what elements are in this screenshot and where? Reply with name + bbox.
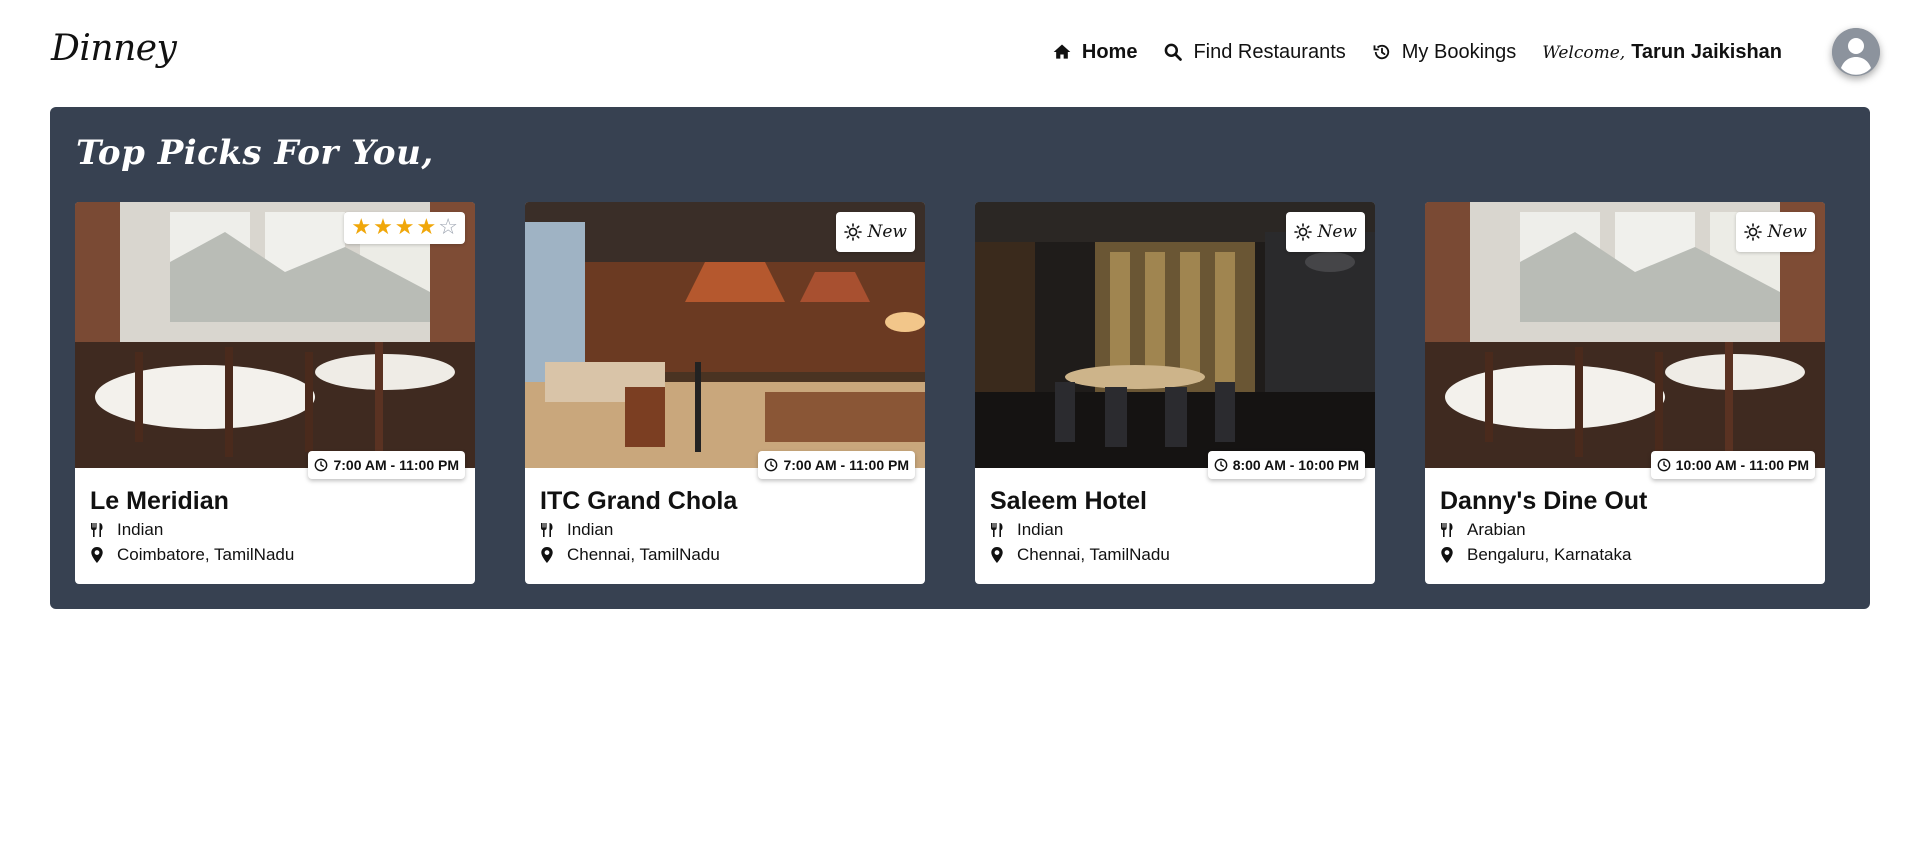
map-pin-icon (1441, 547, 1453, 563)
hours-text: 7:00 AM - 11:00 PM (783, 457, 909, 473)
cuisine-text: Indian (1017, 520, 1064, 539)
clock-icon (1214, 458, 1228, 472)
restaurant-photo: ★ ★ ★ ★ ☆ (75, 202, 475, 468)
cuisine-row: Indian (990, 520, 1063, 540)
restaurant-photo: New (525, 202, 925, 468)
restaurant-name[interactable]: Le Meridian (90, 487, 229, 516)
location-text: Chennai, TamilNadu (567, 545, 720, 564)
hours-badge: 10:00 AM - 11:00 PM (1650, 451, 1815, 479)
location-text: Chennai, TamilNadu (1017, 545, 1170, 564)
history-icon (1373, 44, 1389, 60)
user-name: Tarun Jaikishan (1631, 40, 1782, 63)
restaurant-name[interactable]: Saleem Hotel (990, 487, 1147, 516)
map-pin-icon (991, 547, 1003, 563)
top-picks-panel: Top Picks For You, ★ ★ ★ ★ ☆ 7:00 AM - 1… (50, 107, 1870, 609)
welcome-message: Welcome, Tarun Jaikishan (1542, 41, 1782, 64)
restaurant-card[interactable]: ★ ★ ★ ★ ☆ 7:00 AM - 11:00 PM Le Meridian… (75, 202, 475, 584)
map-pin-icon (541, 547, 553, 563)
nav-my-bookings-link[interactable]: My Bookings (1372, 40, 1517, 64)
utensils-icon (991, 523, 1003, 537)
cuisine-text: Indian (117, 520, 164, 539)
restaurant-name[interactable]: Danny's Dine Out (1440, 487, 1647, 516)
restaurant-card[interactable]: New 10:00 AM - 11:00 PM Danny's Dine Out… (1425, 202, 1825, 584)
utensils-icon (1441, 523, 1453, 537)
star-icon: ★ (416, 215, 437, 240)
cuisine-text: Arabian (1467, 520, 1526, 539)
new-badge: New (835, 212, 915, 252)
sun-icon (843, 223, 862, 241)
star-icon: ★ (394, 215, 415, 240)
restaurant-cards: ★ ★ ★ ★ ☆ 7:00 AM - 11:00 PM Le Meridian… (75, 202, 1845, 584)
restaurant-card[interactable]: New 8:00 AM - 10:00 PM Saleem Hotel Indi… (975, 202, 1375, 584)
sun-icon (1743, 223, 1762, 241)
hours-text: 10:00 AM - 11:00 PM (1675, 457, 1809, 473)
rating-badge: ★ ★ ★ ★ ☆ (344, 212, 465, 244)
clock-icon (315, 458, 328, 472)
home-icon (1053, 44, 1071, 59)
welcome-word: Welcome, (1542, 42, 1626, 63)
star-icon: ★ (373, 215, 393, 240)
utensils-icon (541, 523, 553, 537)
search-icon (1165, 43, 1183, 61)
restaurant-card[interactable]: New 7:00 AM - 11:00 PM ITC Grand Chola I… (525, 202, 925, 584)
nav-bookings-label: My Bookings (1401, 40, 1517, 63)
star-empty-icon: ☆ (438, 215, 458, 240)
hours-text: 8:00 AM - 10:00 PM (1232, 457, 1359, 473)
restaurant-photo: New (1425, 202, 1825, 468)
location-row: Chennai, TamilNadu (990, 545, 1170, 565)
utensils-icon (91, 523, 103, 537)
user-avatar[interactable] (1832, 28, 1880, 76)
star-icon: ★ (351, 215, 372, 240)
new-badge: New (1735, 212, 1815, 252)
section-title: Top Picks For You, (76, 133, 434, 173)
new-badge-text: New (1317, 222, 1358, 242)
cuisine-row: Arabian (1440, 520, 1526, 540)
hours-badge: 8:00 AM - 10:00 PM (1207, 451, 1365, 479)
nav-find-label: Find Restaurants (1193, 40, 1346, 63)
restaurant-name[interactable]: ITC Grand Chola (540, 487, 737, 516)
sun-icon (1293, 223, 1312, 241)
new-badge-text: New (1767, 222, 1808, 242)
hours-badge: 7:00 AM - 11:00 PM (758, 451, 915, 479)
clock-icon (1657, 458, 1671, 472)
nav-links: Home Find Restaurants My Bookings Welcom… (1026, 0, 1920, 104)
hours-text: 7:00 AM - 11:00 PM (333, 457, 459, 473)
brand-logo[interactable]: Dinney (51, 28, 177, 69)
new-badge-text: New (867, 222, 908, 242)
new-badge: New (1285, 212, 1365, 252)
cuisine-row: Indian (540, 520, 613, 540)
cuisine-text: Indian (567, 520, 614, 539)
location-row: Chennai, TamilNadu (540, 545, 720, 565)
nav-home-link[interactable]: Home (1052, 40, 1138, 64)
user-avatar-icon (1832, 28, 1880, 76)
hours-badge: 7:00 AM - 11:00 PM (308, 451, 465, 479)
cuisine-row: Indian (90, 520, 163, 540)
location-row: Bengaluru, Karnataka (1440, 545, 1631, 565)
location-text: Bengaluru, Karnataka (1467, 545, 1632, 564)
clock-icon (765, 458, 778, 472)
navbar: Dinney Home Find Restaurants My Bookings… (0, 0, 1920, 104)
nav-home-label: Home (1081, 40, 1138, 63)
map-pin-icon (91, 547, 103, 563)
location-text: Coimbatore, TamilNadu (117, 545, 295, 564)
nav-find-restaurants-link[interactable]: Find Restaurants (1163, 40, 1346, 64)
restaurant-photo: New (975, 202, 1375, 468)
location-row: Coimbatore, TamilNadu (90, 545, 294, 565)
